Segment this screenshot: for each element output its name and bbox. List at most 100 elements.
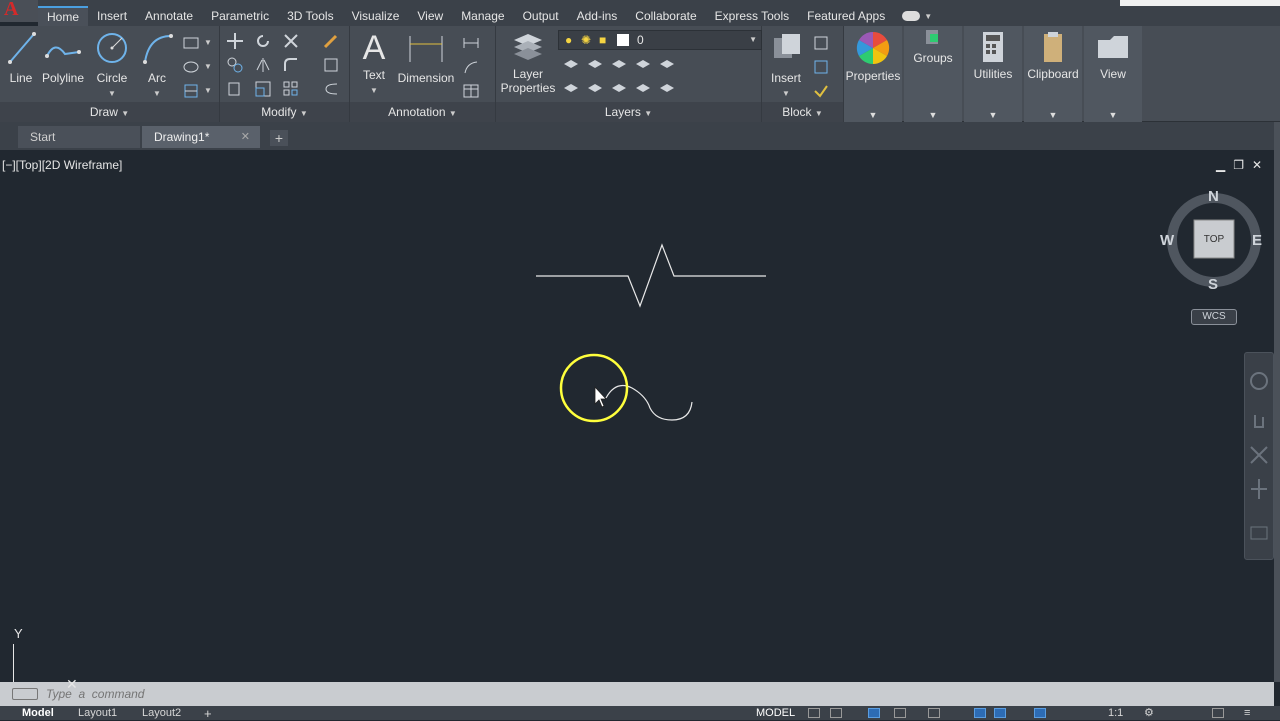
insert-button[interactable]: Insert ▼ xyxy=(766,30,806,99)
trim-icon[interactable] xyxy=(282,32,300,50)
lineweight-icon[interactable] xyxy=(974,708,986,718)
line-button[interactable]: Line xyxy=(4,30,38,85)
tab-visualize[interactable]: Visualize xyxy=(343,6,409,26)
view-button[interactable]: View ▼ xyxy=(1084,26,1142,122)
close-icon[interactable]: ✕ xyxy=(241,126,250,148)
fillet-icon[interactable] xyxy=(282,56,300,74)
ortho-icon[interactable] xyxy=(868,708,880,718)
mirror-icon[interactable] xyxy=(254,56,272,74)
stretch-icon[interactable] xyxy=(226,80,244,98)
new-tab-button[interactable]: + xyxy=(270,130,288,146)
properties-button[interactable]: Properties ▼ xyxy=(844,26,902,122)
layer-tool-icon[interactable] xyxy=(634,56,652,74)
window-controls[interactable]: ▁❐✕ xyxy=(1216,158,1270,172)
layer-tool-icon[interactable] xyxy=(634,80,652,98)
osnap-icon[interactable] xyxy=(928,708,940,718)
model-space-button[interactable]: MODEL xyxy=(756,707,795,720)
layer-tool-icon[interactable] xyxy=(586,80,604,98)
edit-block-icon[interactable] xyxy=(812,58,830,76)
clipboard-button[interactable]: Clipboard ▼ xyxy=(1024,26,1082,122)
tab-home[interactable]: Home xyxy=(38,6,89,26)
tab-parametric[interactable]: Parametric xyxy=(202,6,278,26)
move-icon[interactable] xyxy=(226,32,244,50)
drawing-canvas[interactable] xyxy=(0,150,1274,682)
polyline-button[interactable]: Polyline xyxy=(40,30,86,85)
doc-tab-start[interactable]: Start xyxy=(18,126,140,148)
tab-collaborate[interactable]: Collaborate xyxy=(626,6,705,26)
isolate-icon[interactable] xyxy=(1212,708,1224,718)
menu-icon[interactable]: ≡ xyxy=(1244,707,1250,720)
layer-tool-icon[interactable] xyxy=(658,56,676,74)
layer-properties-button[interactable]: Layer Properties xyxy=(500,30,556,95)
snap-icon[interactable] xyxy=(830,708,842,718)
array-icon[interactable] xyxy=(282,80,300,98)
annotation-scale-icon[interactable] xyxy=(1034,708,1046,718)
viewcube-top-face[interactable]: TOP xyxy=(1194,234,1234,245)
chevron-down-icon[interactable]: ▼ xyxy=(924,12,932,21)
tab-view[interactable]: View xyxy=(408,6,452,26)
chevron-down-icon[interactable]: ▼ xyxy=(782,89,790,98)
polar-icon[interactable] xyxy=(894,708,906,718)
rotate-icon[interactable] xyxy=(254,32,272,50)
tab-express-tools[interactable]: Express Tools xyxy=(706,6,798,26)
block-panel-title[interactable]: Block ▼ xyxy=(762,102,843,122)
ribbon-toggle-button[interactable] xyxy=(902,11,921,21)
dimension-button[interactable]: Dimension xyxy=(396,30,456,85)
annotation-panel-title[interactable]: Annotation ▼ xyxy=(350,102,495,122)
boundary-icon[interactable] xyxy=(182,82,200,100)
compass-north[interactable]: N xyxy=(1208,188,1219,205)
layout-tab-layout1[interactable]: Layout1 xyxy=(78,707,117,720)
compass-west[interactable]: W xyxy=(1160,232,1174,249)
text-button[interactable]: A Text ▼ xyxy=(356,30,392,96)
leader-icon[interactable] xyxy=(462,58,480,76)
layout-tab-model[interactable]: Model xyxy=(22,707,54,720)
layer-dropdown[interactable]: ● ✺ ■ 0 ▼ xyxy=(558,30,762,50)
layout-tab-layout2[interactable]: Layout2 xyxy=(142,707,181,720)
circle-button[interactable]: Circle ▼ xyxy=(92,30,132,99)
tab-manage[interactable]: Manage xyxy=(452,6,513,26)
attribute-icon[interactable] xyxy=(812,82,830,100)
hatch-icon[interactable] xyxy=(182,58,200,76)
app-logo[interactable]: A xyxy=(0,0,38,22)
tab-annotate[interactable]: Annotate xyxy=(136,6,202,26)
command-input[interactable] xyxy=(46,686,646,702)
transparency-icon[interactable] xyxy=(994,708,1006,718)
gear-icon[interactable]: ⚙ xyxy=(1144,707,1154,720)
draw-panel-title[interactable]: Draw ▼ xyxy=(0,102,219,122)
compass-east[interactable]: E xyxy=(1252,232,1262,249)
tab-insert[interactable]: Insert xyxy=(88,6,136,26)
modify-panel-title[interactable]: Modify ▼ xyxy=(220,102,349,122)
tab-3d-tools[interactable]: 3D Tools xyxy=(278,6,342,26)
layer-tool-icon[interactable] xyxy=(658,80,676,98)
compass-south[interactable]: S xyxy=(1208,276,1218,293)
table-icon[interactable] xyxy=(462,82,480,100)
copy-icon[interactable] xyxy=(226,56,244,74)
chevron-down-icon[interactable]: ▼ xyxy=(370,86,378,95)
layer-tool-icon[interactable] xyxy=(586,56,604,74)
layer-tool-icon[interactable] xyxy=(562,56,580,74)
offset-icon[interactable] xyxy=(322,80,340,98)
rectangle-icon[interactable] xyxy=(182,34,200,52)
scale-icon[interactable] xyxy=(254,80,272,98)
scale-readout[interactable]: 1:1 xyxy=(1108,707,1123,720)
grid-icon[interactable] xyxy=(808,708,820,718)
wcs-menu[interactable]: WCS xyxy=(1191,309,1237,325)
chevron-down-icon[interactable]: ▼ xyxy=(153,89,161,98)
layers-panel-title[interactable]: Layers ▼ xyxy=(496,102,761,122)
linear-dimension-icon[interactable] xyxy=(462,34,480,52)
doc-tab-drawing1[interactable]: Drawing1* ✕ xyxy=(142,126,260,148)
utilities-button[interactable]: Utilities ▼ xyxy=(964,26,1022,122)
layer-tool-icon[interactable] xyxy=(610,80,628,98)
chevron-down-icon[interactable]: ▼ xyxy=(108,89,116,98)
command-history-icon[interactable] xyxy=(12,688,38,700)
tab-output[interactable]: Output xyxy=(514,6,568,26)
viewcube[interactable]: N S E W TOP xyxy=(1160,188,1264,293)
viewport-controls-label[interactable]: [−][Top][2D Wireframe] xyxy=(2,158,122,172)
layer-tool-icon[interactable] xyxy=(562,80,580,98)
create-block-icon[interactable] xyxy=(812,34,830,52)
explode-icon[interactable] xyxy=(322,56,340,74)
tab-add-ins[interactable]: Add-ins xyxy=(568,6,627,26)
arc-button[interactable]: Arc ▼ xyxy=(138,30,176,99)
tab-featured-apps[interactable]: Featured Apps xyxy=(798,6,894,26)
groups-button[interactable]: Groups ▼ xyxy=(904,26,962,122)
